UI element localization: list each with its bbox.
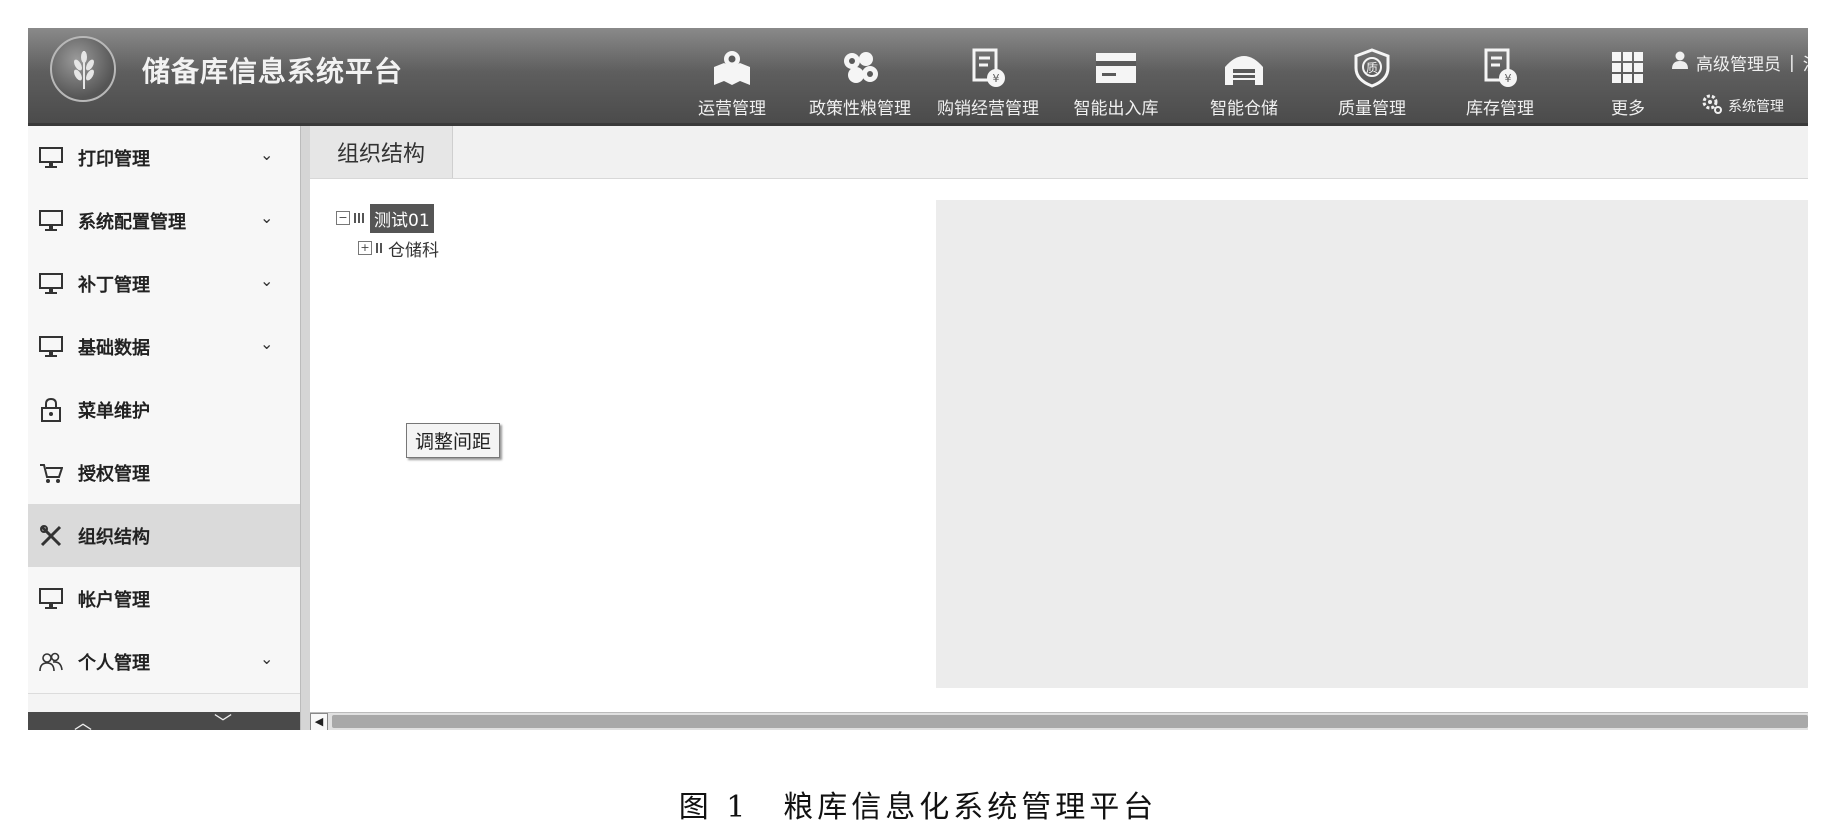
expand-icon[interactable]: + bbox=[358, 241, 372, 255]
app-window: 储备库信息系统平台 运营管理 政策性粮管理 ¥ 购销经营管理 智能出入库 智能仓… bbox=[28, 28, 1808, 730]
nav-label: 智能仓储 bbox=[1210, 99, 1278, 119]
nav-operations[interactable]: 运营管理 bbox=[668, 28, 796, 126]
tree-node-label[interactable]: 仓储科 bbox=[388, 236, 439, 261]
horizontal-scrollbar[interactable]: ◀ bbox=[310, 712, 1808, 730]
person-icon bbox=[1672, 51, 1688, 74]
sidebar-item-label: 打印管理 bbox=[78, 149, 150, 170]
user-area: 高级管理员 | 注 系统管理 bbox=[1648, 28, 1808, 126]
people-icon bbox=[38, 650, 64, 674]
detail-panel bbox=[936, 200, 1808, 688]
tab-bar: 组织结构 bbox=[310, 126, 1808, 179]
nav-policy-grain[interactable]: 政策性粮管理 bbox=[796, 28, 924, 126]
sidebar-item-label: 个人管理 bbox=[78, 653, 150, 674]
inventory-document-icon: ¥ bbox=[1480, 46, 1520, 90]
sidebar-item-label: 菜单维护 bbox=[78, 401, 150, 422]
card-icon bbox=[1094, 46, 1138, 90]
top-header: 储备库信息系统平台 运营管理 政策性粮管理 ¥ 购销经营管理 智能出入库 智能仓… bbox=[28, 28, 1808, 126]
lock-icon bbox=[38, 398, 64, 422]
gear-icon bbox=[1702, 94, 1722, 118]
chevron-down-icon: ⌄ bbox=[260, 649, 274, 668]
org-tree: − 测试01 + 仓储科 bbox=[336, 203, 439, 263]
sidebar-item-system-config[interactable]: 系统配置管理 ⌄ bbox=[28, 189, 300, 253]
scroll-left-icon[interactable]: ◀ bbox=[310, 713, 328, 730]
scroll-up-icon[interactable]: ︿ bbox=[74, 709, 92, 730]
adjust-spacing-button[interactable]: 调整间距 bbox=[406, 423, 501, 458]
monitor-icon bbox=[38, 209, 64, 233]
sidebar-item-menu-maintenance[interactable]: 菜单维护 bbox=[28, 378, 300, 442]
chevron-down-icon: ⌄ bbox=[260, 208, 274, 227]
tree-node-label[interactable]: 测试01 bbox=[370, 203, 434, 233]
sidebar-item-label: 帐户管理 bbox=[78, 590, 150, 611]
sidebar-item-label: 组织结构 bbox=[78, 527, 150, 548]
sidebar-item-print[interactable]: 打印管理 ⌄ bbox=[28, 126, 300, 190]
quality-shield-icon: 质 bbox=[1354, 46, 1390, 90]
app-title: 储备库信息系统平台 bbox=[142, 55, 404, 88]
document-coin-icon: ¥ bbox=[968, 46, 1008, 90]
figure-caption: 图 1 粮库信息化系统管理平台 bbox=[678, 790, 1158, 825]
chevron-down-icon: ⌄ bbox=[260, 145, 274, 164]
nav-label: 购销经营管理 bbox=[937, 99, 1039, 119]
chevron-down-icon: ⌄ bbox=[260, 334, 274, 353]
nav-label: 政策性粮管理 bbox=[809, 99, 911, 119]
tab-org-structure[interactable]: 组织结构 bbox=[310, 126, 453, 178]
grid-icon bbox=[1611, 46, 1645, 90]
sidebar-scroll-bar: ︿ ﹀ bbox=[28, 712, 300, 730]
map-pin-icon bbox=[712, 46, 752, 90]
sidebar-item-base-data[interactable]: 基础数据 ⌄ bbox=[28, 315, 300, 379]
tree-node-root: − 测试01 bbox=[336, 203, 439, 233]
sidebar-item-org-structure[interactable]: 组织结构 bbox=[28, 504, 300, 568]
user-separator: | bbox=[1789, 52, 1795, 73]
logout-link[interactable]: 注 bbox=[1803, 50, 1808, 75]
monitor-icon bbox=[38, 587, 64, 611]
svg-text:¥: ¥ bbox=[1505, 72, 1512, 85]
sidebar-item-personal[interactable]: 个人管理 ⌄ bbox=[28, 630, 300, 694]
user-line: 高级管理员 | 注 bbox=[1672, 50, 1808, 75]
cart-icon bbox=[38, 461, 64, 485]
sidebar-item-label: 授权管理 bbox=[78, 464, 150, 485]
scroll-down-icon[interactable]: ﹀ bbox=[214, 709, 232, 730]
sidebar: 打印管理 ⌄ 系统配置管理 ⌄ 补丁管理 ⌄ 基础数据 ⌄ 菜单维护 授权管理 bbox=[28, 126, 301, 730]
nav-smart-inout[interactable]: 智能出入库 bbox=[1052, 28, 1180, 126]
tree-node-child: + 仓储科 bbox=[358, 233, 439, 263]
nav-inventory[interactable]: ¥ 库存管理 bbox=[1436, 28, 1564, 126]
nav-quality[interactable]: 质 质量管理 bbox=[1308, 28, 1436, 126]
system-manage-link[interactable]: 系统管理 bbox=[1702, 94, 1784, 118]
tools-icon bbox=[38, 524, 64, 548]
folder-bars-icon bbox=[354, 213, 364, 223]
grain-cluster-icon bbox=[840, 46, 880, 90]
system-manage-label: 系统管理 bbox=[1728, 99, 1784, 115]
wheat-logo-icon bbox=[50, 36, 116, 102]
nav-label: 更多 bbox=[1611, 99, 1645, 119]
nav-label: 库存管理 bbox=[1466, 99, 1534, 119]
svg-text:质: 质 bbox=[1366, 61, 1378, 75]
warehouse-icon bbox=[1223, 46, 1265, 90]
collapse-icon[interactable]: − bbox=[336, 211, 350, 225]
svg-text:¥: ¥ bbox=[993, 72, 1000, 85]
nav-smart-storage[interactable]: 智能仓储 bbox=[1180, 28, 1308, 126]
nav-label: 智能出入库 bbox=[1073, 99, 1159, 119]
user-name[interactable]: 高级管理员 bbox=[1696, 50, 1781, 75]
nav-label: 质量管理 bbox=[1338, 99, 1406, 119]
sidebar-item-patch[interactable]: 补丁管理 ⌄ bbox=[28, 252, 300, 316]
sidebar-item-account[interactable]: 帐户管理 bbox=[28, 567, 300, 631]
monitor-icon bbox=[38, 335, 64, 359]
sidebar-item-authorization[interactable]: 授权管理 bbox=[28, 441, 300, 505]
main-content: 组织结构 − 测试01 + 仓储科 调整间距 ◀ bbox=[310, 126, 1808, 730]
monitor-icon bbox=[38, 272, 64, 296]
scroll-thumb[interactable] bbox=[332, 715, 1808, 728]
sidebar-item-label: 基础数据 bbox=[78, 338, 150, 359]
nav-purchase-sales[interactable]: ¥ 购销经营管理 bbox=[924, 28, 1052, 126]
top-nav: 运营管理 政策性粮管理 ¥ 购销经营管理 智能出入库 智能仓储 质 质量管理 ¥… bbox=[668, 28, 1692, 126]
chevron-down-icon: ⌄ bbox=[260, 271, 274, 290]
nav-label: 运营管理 bbox=[698, 99, 766, 119]
folder-bars-icon bbox=[376, 243, 382, 253]
sidebar-item-label: 系统配置管理 bbox=[78, 212, 186, 233]
sidebar-item-label: 补丁管理 bbox=[78, 275, 150, 296]
monitor-icon bbox=[38, 146, 64, 170]
